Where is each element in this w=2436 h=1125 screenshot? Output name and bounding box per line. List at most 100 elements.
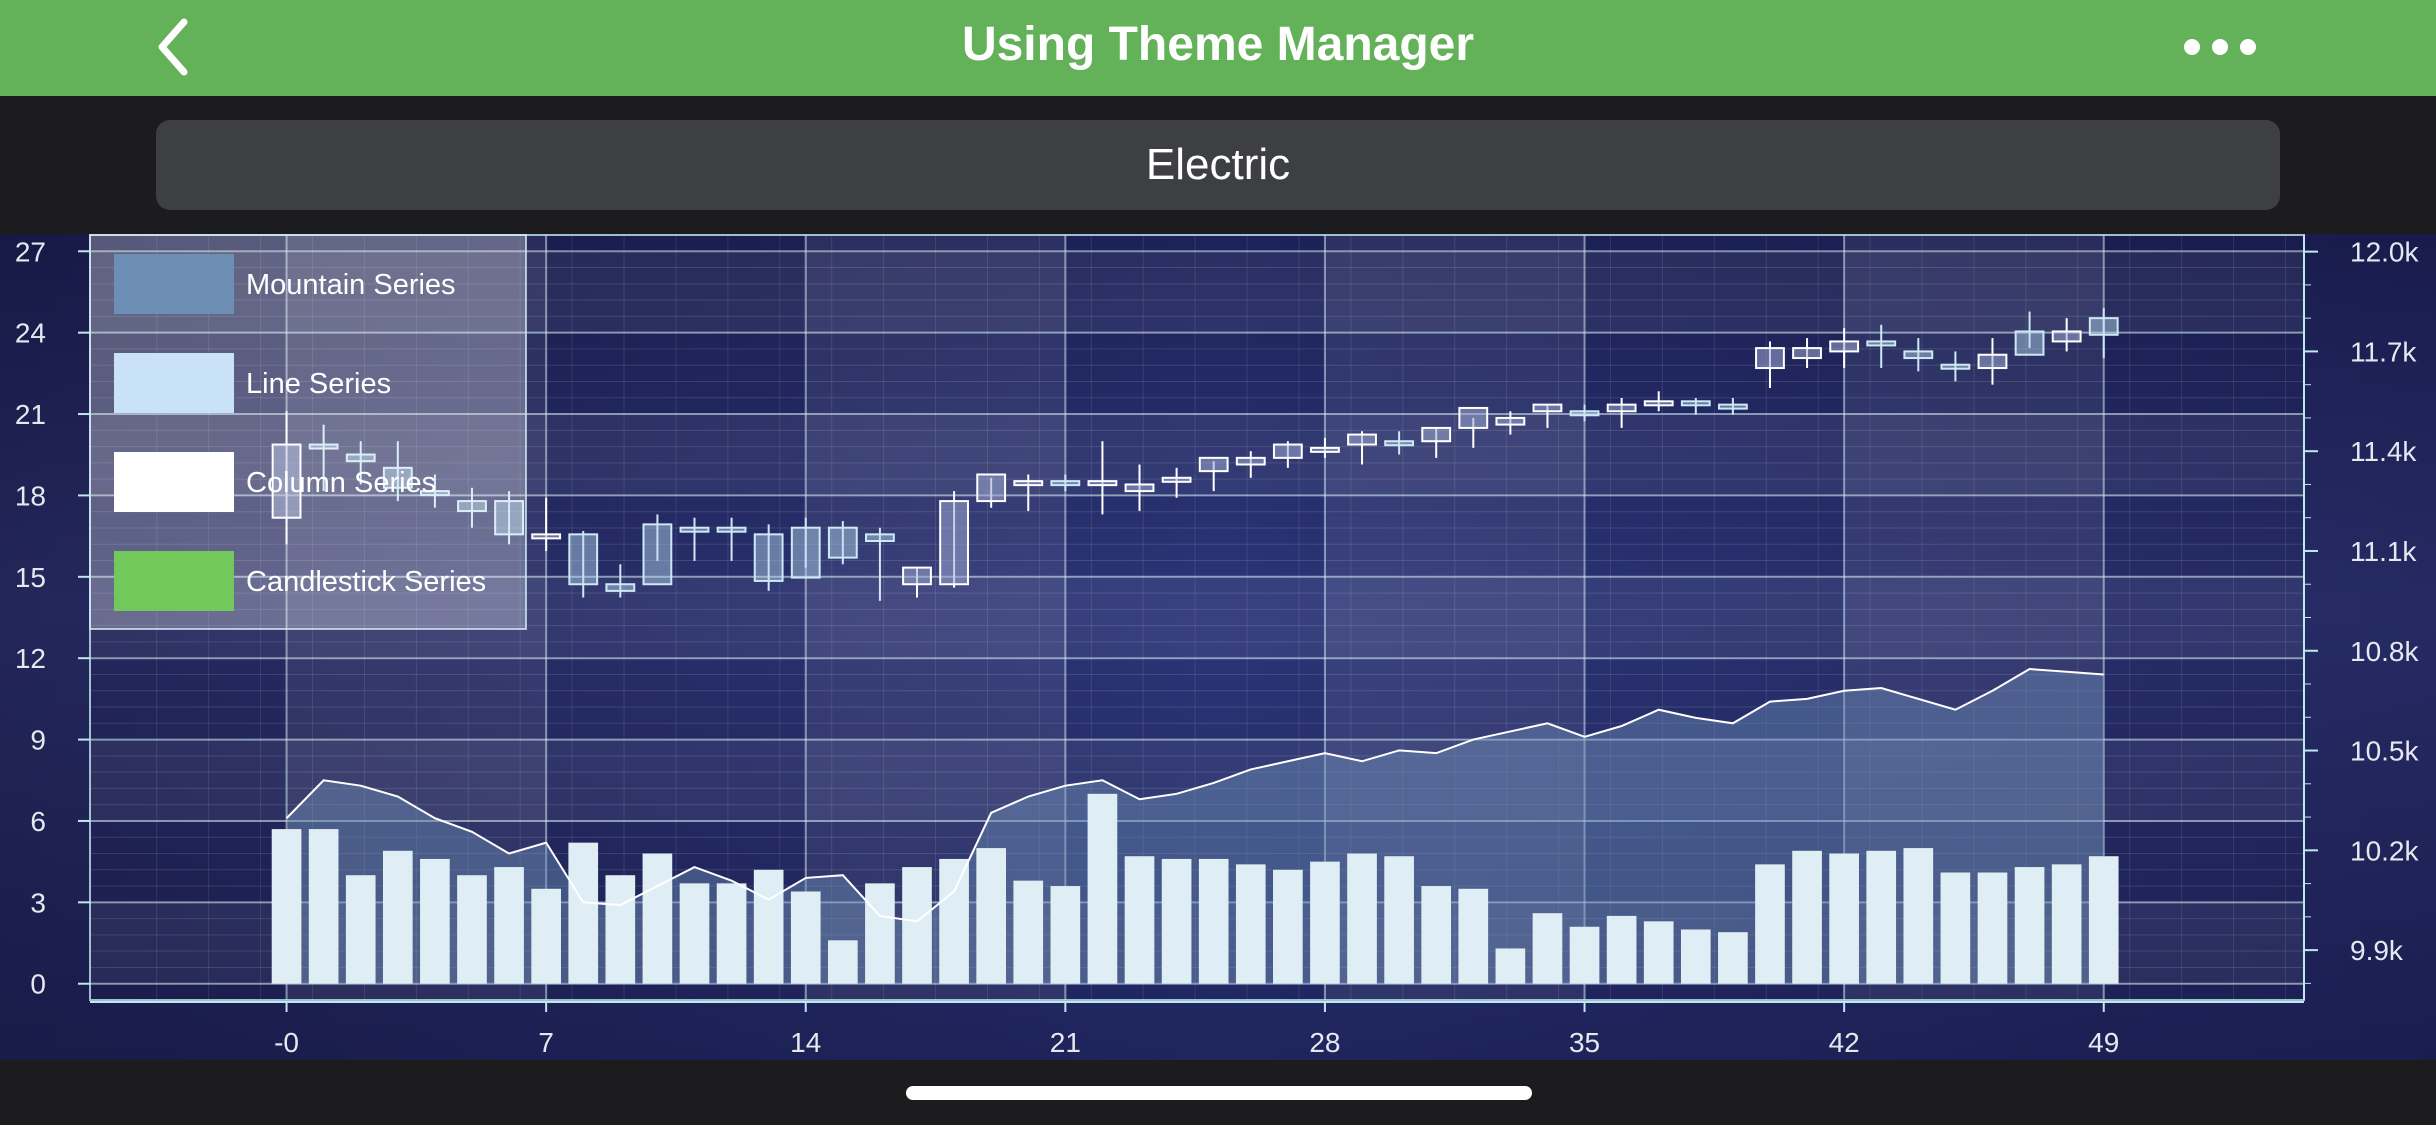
more-options-button[interactable] bbox=[2180, 22, 2260, 72]
column-bar bbox=[1235, 864, 1266, 984]
y-right-tick-label: 11.4k bbox=[2350, 436, 2417, 467]
column-bar bbox=[1384, 856, 1414, 984]
x-tick-label: 28 bbox=[1309, 1027, 1340, 1058]
legend-label-mountain: Mountain Series bbox=[246, 269, 456, 301]
column-bar bbox=[605, 875, 636, 984]
legend-label-line: Line Series bbox=[246, 368, 391, 400]
column-bar bbox=[1718, 932, 1748, 984]
x-tick-label: -0 bbox=[274, 1027, 299, 1058]
candle-body bbox=[1310, 446, 1340, 453]
column-bar bbox=[568, 842, 599, 984]
candle-body bbox=[1013, 480, 1044, 487]
column-bar bbox=[790, 891, 821, 984]
legend-swatch-line bbox=[114, 353, 234, 413]
column-bar bbox=[1458, 888, 1489, 984]
legend-swatch-mountain bbox=[114, 254, 234, 314]
column-bar bbox=[1866, 850, 1897, 984]
candle-body bbox=[1940, 363, 1971, 370]
column-bar bbox=[1013, 880, 1044, 984]
column-bar bbox=[1087, 793, 1118, 984]
column-bar bbox=[531, 888, 561, 984]
candle-body bbox=[1347, 433, 1377, 446]
column-bar bbox=[828, 940, 858, 984]
candle-body bbox=[642, 523, 673, 586]
column-bar bbox=[1124, 856, 1155, 984]
candle-body bbox=[865, 533, 895, 543]
column-bar bbox=[1532, 913, 1563, 984]
y-right-tick-label: 12.0k bbox=[2350, 237, 2419, 268]
back-button[interactable] bbox=[140, 12, 210, 82]
candle-body bbox=[2088, 317, 2119, 336]
x-tick-label: 49 bbox=[2088, 1027, 2119, 1058]
candle-body bbox=[827, 526, 858, 559]
y-left-tick-label: 27 bbox=[15, 236, 46, 267]
column-bar bbox=[716, 883, 747, 984]
column-bar bbox=[1310, 861, 1340, 984]
column-bar bbox=[865, 883, 895, 984]
candle-body bbox=[605, 583, 636, 592]
column-bar bbox=[1198, 858, 1229, 984]
x-tick-label: 7 bbox=[538, 1027, 554, 1058]
chart-legend: Mountain Series Line Series Column Serie… bbox=[89, 234, 527, 630]
candle-body bbox=[1495, 416, 1526, 426]
column-bar bbox=[1161, 858, 1192, 984]
candle-body bbox=[753, 533, 784, 582]
column-bar bbox=[345, 875, 376, 984]
candle-body bbox=[1977, 353, 2008, 370]
column-bar bbox=[1421, 886, 1452, 984]
column-bar bbox=[902, 867, 932, 984]
y-left-tick-label: 24 bbox=[15, 318, 46, 349]
ellipsis-icon bbox=[2184, 39, 2256, 55]
candle-body bbox=[716, 526, 747, 533]
column-bar bbox=[420, 858, 450, 984]
x-tick-label: 35 bbox=[1569, 1027, 1600, 1058]
y-right-tick-label: 10.5k bbox=[2350, 736, 2419, 767]
candle-body bbox=[1050, 480, 1081, 487]
y-left-tick-label: 3 bbox=[30, 887, 46, 918]
candle-body bbox=[1272, 443, 1303, 459]
column-bar bbox=[753, 869, 784, 984]
candle-body bbox=[1458, 406, 1489, 429]
candle-body bbox=[1792, 347, 1822, 360]
candle-body bbox=[976, 473, 1007, 503]
column-bar bbox=[1977, 872, 2008, 984]
y-left-tick-label: 0 bbox=[30, 969, 46, 1000]
candle-body bbox=[679, 526, 710, 533]
column-bar bbox=[2051, 864, 2082, 984]
column-bar bbox=[2014, 867, 2045, 984]
column-bar bbox=[1829, 853, 1859, 984]
y-left-tick-label: 9 bbox=[30, 725, 46, 756]
column-bar bbox=[939, 858, 969, 984]
column-bar bbox=[1680, 929, 1711, 984]
candle-body bbox=[568, 533, 599, 586]
legend-swatch-candlestick bbox=[114, 551, 234, 611]
x-tick-label: 14 bbox=[790, 1027, 821, 1058]
column-bar bbox=[382, 850, 413, 984]
column-bar bbox=[1755, 864, 1785, 984]
column-bar bbox=[1273, 869, 1303, 984]
y-left-tick-label: 15 bbox=[15, 562, 46, 593]
candle-body bbox=[1532, 403, 1563, 413]
column-bar bbox=[494, 867, 524, 984]
candle-body bbox=[790, 526, 821, 579]
y-right-tick-label: 11.1k bbox=[2350, 536, 2417, 567]
column-bar bbox=[1792, 850, 1822, 984]
candle-body bbox=[902, 566, 932, 586]
column-bar bbox=[1606, 915, 1637, 984]
column-bar bbox=[1643, 921, 1674, 984]
column-bar bbox=[1903, 848, 1934, 984]
y-right-tick-label: 9.9k bbox=[2350, 935, 2404, 966]
home-indicator[interactable] bbox=[906, 1086, 1532, 1100]
candle-body bbox=[1606, 403, 1637, 413]
column-bar bbox=[271, 829, 302, 984]
candle-body bbox=[2051, 330, 2082, 343]
chevron-left-icon bbox=[158, 18, 188, 76]
candle-body bbox=[531, 533, 562, 540]
legend-label-column: Column Series bbox=[246, 467, 436, 499]
column-bar bbox=[308, 829, 339, 984]
y-left-tick-label: 18 bbox=[15, 480, 46, 511]
chart-surface[interactable]: -0 7 14 21 28 35 42 49 0 3 6 9 12 15 18 21 24 27 9.9k 10.2k… bbox=[0, 234, 2436, 1060]
candle-body bbox=[1124, 483, 1155, 493]
candle-body bbox=[939, 500, 969, 586]
theme-selector[interactable]: Electric bbox=[156, 120, 2280, 210]
